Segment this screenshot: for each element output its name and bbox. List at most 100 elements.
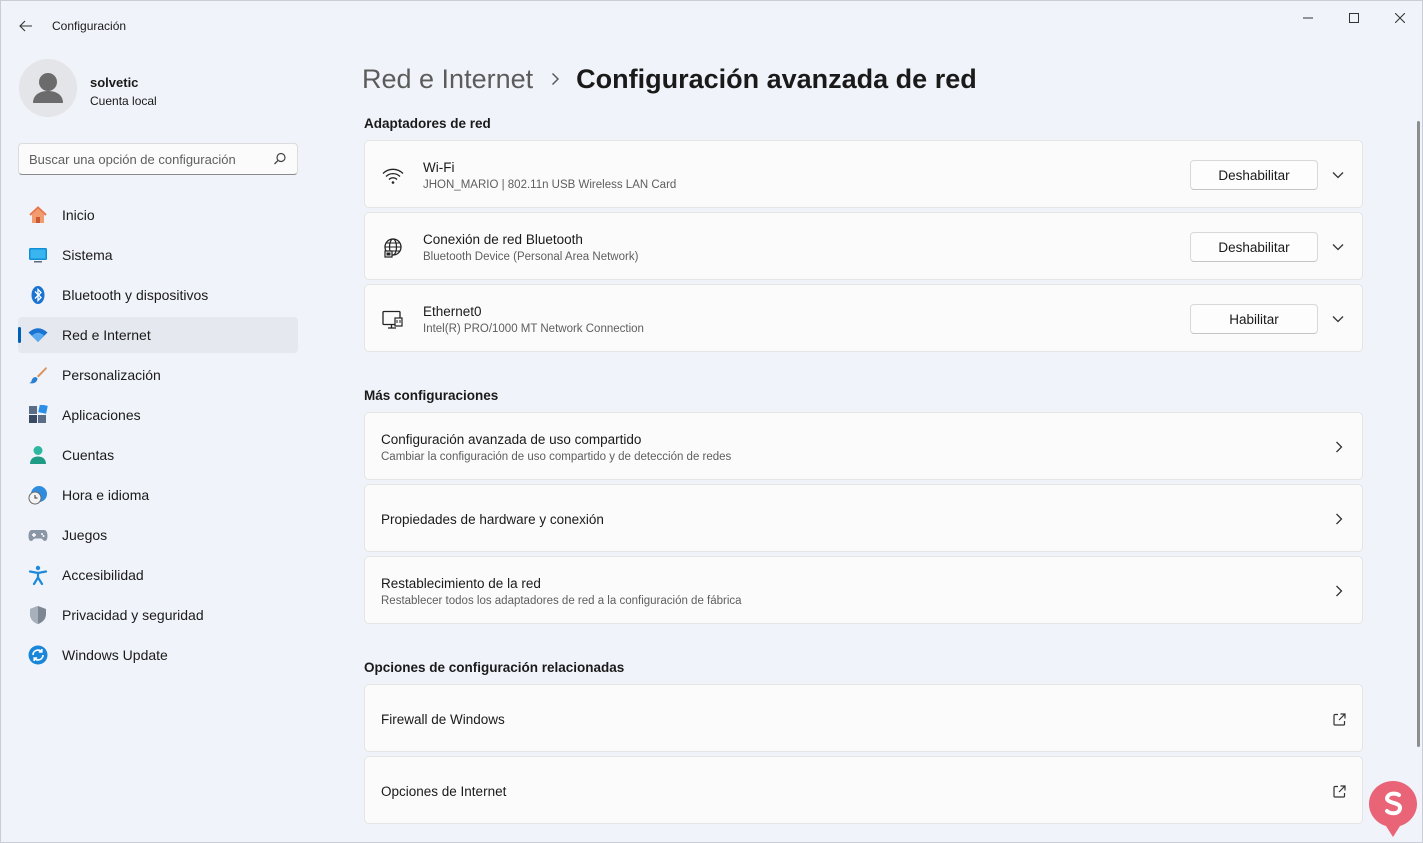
breadcrumb: Red e Internet Configuración avanzada de…	[362, 59, 977, 99]
sidebar-item-accesibilidad[interactable]: Accesibilidad	[18, 557, 298, 593]
user-profile[interactable]: solvetic Cuenta local	[19, 59, 299, 119]
setting-title: Restablecimiento de la red	[381, 576, 541, 591]
setting-title: Opciones de Internet	[381, 784, 507, 799]
sidebar-item-bluetooth[interactable]: Bluetooth y dispositivos	[18, 277, 298, 313]
close-button[interactable]	[1377, 1, 1423, 35]
chevron-right-icon	[1329, 581, 1349, 601]
sidebar-item-privacidad[interactable]: Privacidad y seguridad	[18, 597, 298, 633]
shield-icon	[28, 605, 48, 625]
sidebar-nav: Inicio Sistema Bluetooth y dispositivos …	[18, 197, 298, 677]
hardware-connection-properties-link[interactable]: Propiedades de hardware y conexión	[364, 484, 1363, 552]
network-reset-link[interactable]: Restablecimiento de la red Restablecer t…	[364, 556, 1363, 624]
section-title-more: Más configuraciones	[364, 388, 499, 403]
breadcrumb-parent-link[interactable]: Red e Internet	[362, 64, 533, 95]
chevron-down-icon[interactable]	[1327, 309, 1349, 329]
adapter-card-wifi[interactable]: Wi-Fi JHON_MARIO | 802.11n USB Wireless …	[364, 140, 1363, 208]
bluetooth-icon	[28, 285, 48, 305]
sidebar-item-cuentas[interactable]: Cuentas	[18, 437, 298, 473]
sidebar-item-label: Inicio	[62, 207, 95, 223]
globe-network-icon	[382, 237, 404, 259]
setting-title: Propiedades de hardware y conexión	[381, 512, 604, 527]
setting-title: Firewall de Windows	[381, 712, 505, 727]
minimize-button[interactable]	[1285, 1, 1331, 35]
search-input[interactable]	[29, 144, 264, 174]
chevron-right-icon	[551, 72, 560, 86]
disable-bluetooth-network-button[interactable]: Deshabilitar	[1190, 232, 1318, 262]
user-name: solvetic	[90, 75, 139, 90]
sidebar-item-aplicaciones[interactable]: Aplicaciones	[18, 397, 298, 433]
adapter-detail: JHON_MARIO | 802.11n USB Wireless LAN Ca…	[423, 179, 677, 191]
adapter-name: Conexión de red Bluetooth	[423, 232, 583, 247]
minimize-icon	[1303, 17, 1313, 19]
apps-icon	[28, 405, 48, 425]
adapter-card-bluetooth[interactable]: Conexión de red Bluetooth Bluetooth Devi…	[364, 212, 1363, 280]
sidebar-item-red-e-internet[interactable]: Red e Internet	[18, 317, 298, 353]
setting-subtitle: Restablecer todos los adaptadores de red…	[381, 595, 742, 607]
chevron-right-icon	[1329, 509, 1349, 529]
sidebar-item-label: Juegos	[62, 527, 108, 543]
back-arrow-icon	[19, 20, 32, 32]
close-icon	[1395, 13, 1405, 23]
ethernet-icon	[382, 309, 404, 331]
setting-subtitle: Cambiar la configuración de uso comparti…	[381, 451, 732, 463]
page-title: Configuración avanzada de red	[576, 63, 977, 94]
sidebar-item-sistema[interactable]: Sistema	[18, 237, 298, 273]
wifi-icon	[28, 325, 48, 345]
adapter-detail: Intel(R) PRO/1000 MT Network Connection	[423, 323, 644, 335]
gamepad-icon	[28, 525, 48, 545]
enable-ethernet-button[interactable]: Habilitar	[1190, 304, 1318, 334]
home-icon	[28, 205, 48, 225]
app-title: Configuración	[52, 19, 127, 33]
section-title-related: Opciones de configuración relacionadas	[364, 660, 625, 675]
chevron-down-icon[interactable]	[1327, 237, 1349, 257]
maximize-button[interactable]	[1331, 1, 1377, 35]
chevron-right-icon	[1329, 437, 1349, 457]
clock-globe-icon	[28, 485, 48, 505]
settings-window: Configuración solvetic Cuenta local Busc…	[0, 0, 1423, 843]
avatar	[19, 59, 77, 117]
external-link-icon	[1329, 709, 1349, 729]
sidebar-item-label: Bluetooth y dispositivos	[62, 287, 209, 303]
chevron-down-icon[interactable]	[1327, 165, 1349, 185]
internet-options-link[interactable]: Opciones de Internet	[364, 756, 1363, 824]
accessibility-icon	[28, 565, 48, 585]
account-icon	[28, 445, 48, 465]
sidebar-item-label: Personalización	[62, 367, 161, 383]
maximize-icon	[1349, 13, 1359, 23]
sidebar-item-label: Red e Internet	[62, 327, 151, 343]
adapter-name: Wi-Fi	[423, 160, 455, 175]
advanced-sharing-settings-link[interactable]: Configuración avanzada de uso compartido…	[364, 412, 1363, 480]
sidebar-item-label: Privacidad y seguridad	[62, 607, 204, 623]
back-button[interactable]	[13, 14, 39, 38]
sidebar-item-label: Aplicaciones	[62, 407, 141, 423]
sidebar-item-label: Hora e idioma	[62, 487, 150, 503]
external-link-icon	[1329, 781, 1349, 801]
sidebar-item-label: Cuentas	[62, 447, 115, 463]
adapter-detail: Bluetooth Device (Personal Area Network)	[423, 251, 639, 263]
windows-firewall-link[interactable]: Firewall de Windows	[364, 684, 1363, 752]
sidebar-item-inicio[interactable]: Inicio	[18, 197, 298, 233]
search-box[interactable]	[18, 143, 298, 175]
sidebar-item-juegos[interactable]: Juegos	[18, 517, 298, 553]
sidebar-item-label: Windows Update	[62, 647, 168, 663]
sidebar-item-hora-e-idioma[interactable]: Hora e idioma	[18, 477, 298, 513]
brush-icon	[28, 365, 48, 385]
vertical-scrollbar[interactable]	[1417, 121, 1420, 747]
disable-wifi-button[interactable]: Deshabilitar	[1190, 160, 1318, 190]
sidebar-item-label: Accesibilidad	[62, 567, 144, 583]
adapter-name: Ethernet0	[423, 304, 482, 319]
search-icon	[274, 152, 286, 165]
update-icon	[28, 645, 48, 665]
avatar-person-icon	[33, 73, 63, 103]
wifi-icon	[382, 165, 404, 187]
setting-title: Configuración avanzada de uso compartido	[381, 432, 642, 447]
account-type: Cuenta local	[90, 94, 157, 108]
watermark-logo	[1369, 781, 1417, 837]
adapter-card-ethernet[interactable]: Ethernet0 Intel(R) PRO/1000 MT Network C…	[364, 284, 1363, 352]
sidebar-item-windows-update[interactable]: Windows Update	[18, 637, 298, 673]
section-title-adapters: Adaptadores de red	[364, 116, 491, 131]
title-bar: Configuración	[1, 1, 1422, 51]
sidebar-item-personalizacion[interactable]: Personalización	[18, 357, 298, 393]
system-icon	[28, 245, 48, 265]
sidebar-item-label: Sistema	[62, 247, 113, 263]
